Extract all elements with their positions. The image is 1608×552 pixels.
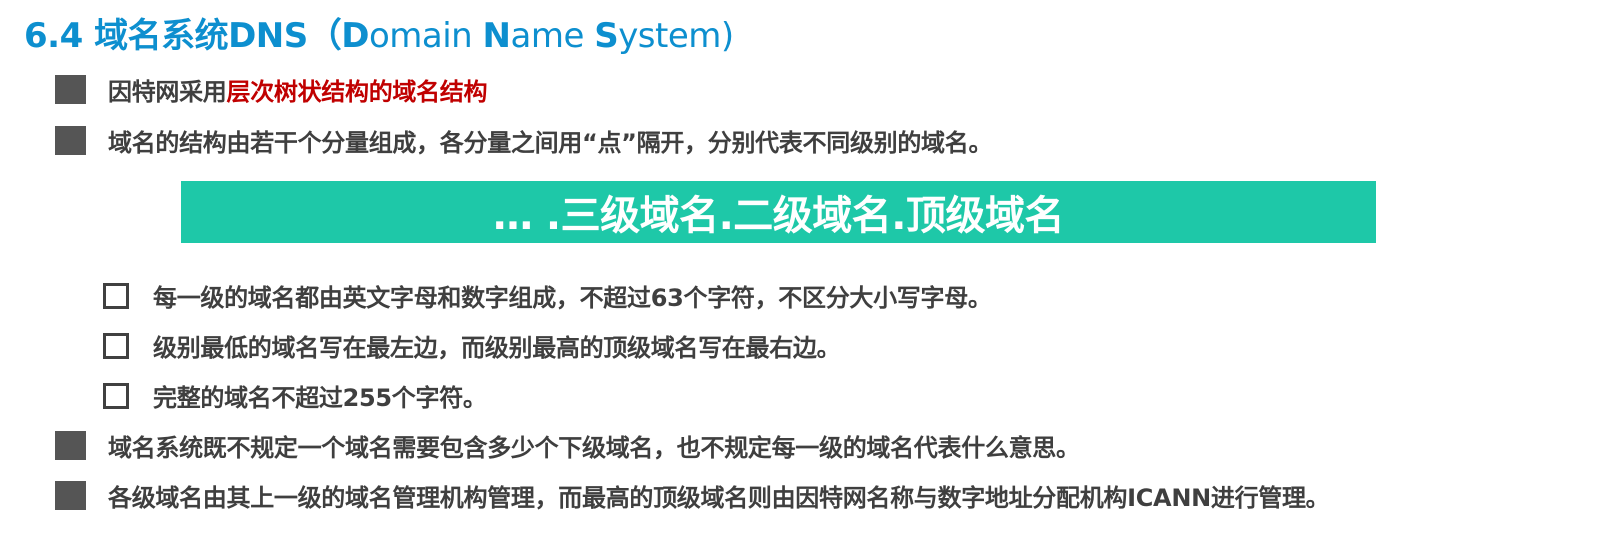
title-letter-s: S <box>594 16 619 56</box>
bullet-item: 因特网采用层次树状结构的域名结构 <box>55 72 488 107</box>
bullet-text: 域名系统既不规定一个域名需要包含多少个下级域名，也不规定每一级的域名代表什么意思… <box>108 434 1080 462</box>
page-title: 6.4 域名系统DNS（Domain Name System) <box>24 8 734 57</box>
square-bullet-icon <box>55 431 86 460</box>
square-bullet-icon <box>55 126 86 155</box>
title-letter-d: D <box>341 16 369 56</box>
checkbox-icon <box>103 332 129 359</box>
title-letter-n: N <box>482 16 511 56</box>
domain-hierarchy-banner: … .三级域名.二级域名.顶级域名 <box>181 181 1376 243</box>
sub-item-text: 每一级的域名都由英文字母和数字组成，不超过63个字符，不区分大小写字母。 <box>153 284 992 312</box>
checkbox-icon <box>103 382 129 409</box>
bullet-text: 因特网采用层次树状结构的域名结构 <box>108 78 488 106</box>
sub-item-text: 级别最低的域名写在最左边，而级别最高的顶级域名写在最右边。 <box>153 334 841 362</box>
bullet-item: 域名的结构由若干个分量组成，各分量之间用“点”隔开，分别代表不同级别的域名。 <box>55 123 992 158</box>
square-bullet-icon <box>55 481 86 510</box>
sub-item: 完整的域名不超过255个字符。 <box>103 378 487 413</box>
bullet-item: 各级域名由其上一级的域名管理机构管理，而最高的顶级域名则由因特网名称与数字地址分… <box>55 478 1330 513</box>
sub-item: 级别最低的域名写在最左边，而级别最高的顶级域名写在最右边。 <box>103 328 841 363</box>
title-word-ystem: ystem) <box>618 16 734 56</box>
title-word-omain: omain <box>368 16 483 56</box>
bullet-text: 域名的结构由若干个分量组成，各分量之间用“点”隔开，分别代表不同级别的域名。 <box>108 129 993 157</box>
title-word-ame: ame <box>510 16 595 56</box>
banner-text: … .三级域名.二级域名.顶级域名 <box>492 193 1065 239</box>
square-bullet-icon <box>55 75 86 104</box>
sub-item-text: 完整的域名不超过255个字符。 <box>153 384 487 412</box>
bullet-text: 各级域名由其上一级的域名管理机构管理，而最高的顶级域名则由因特网名称与数字地址分… <box>108 484 1330 512</box>
sub-item: 每一级的域名都由英文字母和数字组成，不超过63个字符，不区分大小写字母。 <box>103 278 992 313</box>
checkbox-icon <box>103 282 129 309</box>
bullet-item: 域名系统既不规定一个域名需要包含多少个下级域名，也不规定每一级的域名代表什么意思… <box>55 428 1080 463</box>
highlight-text: 层次树状结构的域名结构 <box>226 78 488 106</box>
title-prefix: 6.4 域名系统DNS（ <box>24 16 342 56</box>
